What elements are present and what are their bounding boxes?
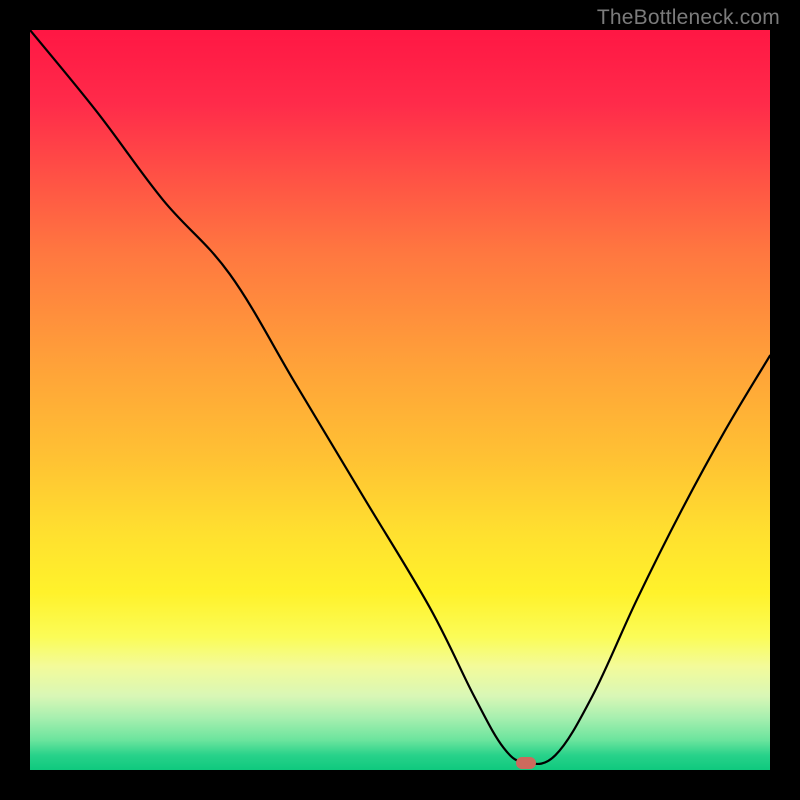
bottleneck-curve xyxy=(30,30,770,770)
minimum-marker xyxy=(516,757,536,769)
plot-area xyxy=(30,30,770,770)
watermark-text: TheBottleneck.com xyxy=(597,6,780,30)
chart-frame: TheBottleneck.com xyxy=(0,0,800,800)
